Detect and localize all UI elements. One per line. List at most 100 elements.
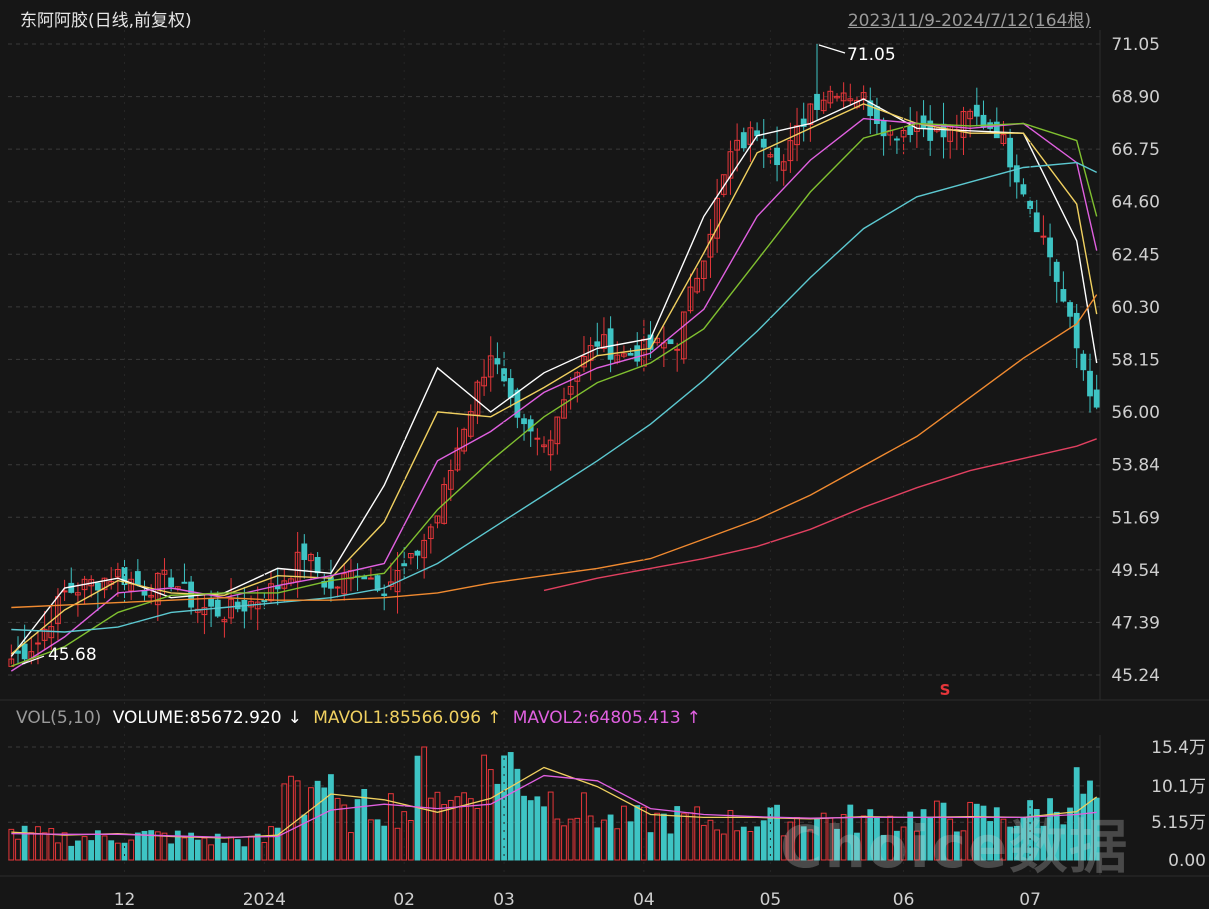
candlestick-series[interactable] [8,44,1100,667]
volume-bar [248,835,254,861]
candle-body [1067,302,1073,317]
price-tick-label: 56.00 [1111,403,1160,423]
month-tick-label: 12 [114,890,136,909]
volume-bar [680,813,687,861]
month-tick-label: 06 [893,890,915,909]
volume-bar [41,832,48,861]
volume-bar [461,792,468,861]
volume-bar [88,840,95,861]
candle-body [521,418,527,425]
candle-body [667,339,674,345]
date-range-link[interactable]: 2023/11/9-2024/7/12(164根) [848,6,1091,31]
volume-bar [361,789,368,861]
volume-bar [694,806,701,861]
price-tick-label: 45.24 [1111,666,1160,686]
volume-bar [221,842,228,861]
volume-bar [168,843,175,861]
choice-watermark: Choice数据 [780,813,1130,881]
candle-body [1060,289,1067,302]
volume-bar [621,805,627,861]
volume-indicator-header: VOL(5,10) VOLUME:85672.920 ↓ MAVOL1:85566… [16,708,707,728]
mavol2-value: MAVOL2:64805.413 [512,708,681,728]
price-tick-label: 71.05 [1111,35,1160,55]
volume-bar [507,752,514,861]
date-x-axis: 12 2024 02 03 04 05 06 07 [114,30,1041,909]
volume-bar [334,797,341,861]
volume-bar [121,842,128,861]
candle-body [21,643,28,660]
sell-signal-marker: S [940,681,951,699]
volume-bar [328,774,334,861]
candle-body [740,132,747,149]
candle-body [907,125,914,136]
volume-bar [534,796,541,861]
volume-bar [434,791,441,861]
volume-bar [667,833,674,861]
volume-bar [75,840,81,861]
volume-bar [614,828,621,861]
volume-bar [314,780,321,861]
volume-bar [634,805,641,861]
candle-body [1087,370,1093,397]
price-tick-label: 62.45 [1111,245,1160,265]
candle-body [634,345,641,362]
stock-chart[interactable]: 71.05 68.90 66.75 64.60 62.45 60.30 58.15 56.00… [0,0,1209,909]
candle-body [973,104,980,117]
ma60-line [11,161,1098,633]
volume-bar [394,827,401,861]
month-tick-label: 04 [633,890,655,909]
candle-body [1020,184,1027,195]
month-tick-label: 07 [1019,890,1041,909]
volume-bar [35,826,41,861]
volume-bar [101,835,108,861]
ma250-line [543,438,1097,592]
month-tick-label: 03 [493,890,515,909]
volume-bar [387,793,394,861]
volume-bar [561,825,567,861]
price-tick-label: 68.90 [1111,88,1160,108]
volume-down-arrow: ↓ [287,708,302,728]
price-tick-label: 51.69 [1111,508,1160,528]
volume-bar [581,792,587,861]
candle-body [1053,261,1060,282]
volume-value: VOLUME:85672.920 [112,708,282,728]
volume-bar [274,827,281,861]
volume-bar [601,819,607,861]
candle-body [1040,235,1047,238]
volume-bar [501,755,507,861]
candle-body [1033,212,1040,233]
candle-body [894,138,900,141]
mavol1-value: MAVOL1:85566.096 [313,708,482,728]
volume-bar [654,812,661,861]
volume-bar [441,804,448,861]
volume-bar [21,825,28,861]
candle-body [141,590,148,596]
volume-bar [181,837,188,861]
volume-bar [527,800,534,861]
volume-bar [720,833,727,861]
moving-average-lines [10,98,1098,672]
volume-bar [254,833,261,861]
candle-body [760,138,767,148]
volume-bar [760,820,767,861]
candle-body [1093,389,1100,408]
volume-bar [108,840,115,861]
price-tick-label: 47.39 [1111,613,1160,633]
volume-bar [201,837,208,861]
candle-body [594,341,601,347]
price-tick-label: 58.15 [1111,350,1160,370]
candle-body [414,550,421,556]
volume-bar [381,825,388,861]
candle-body [1007,137,1014,168]
volume-bar [68,845,75,861]
candle-body [401,563,408,567]
volume-bar [674,806,681,861]
price-tick-label: 60.30 [1111,298,1160,318]
volume-bar [228,836,234,861]
volume-bar [567,818,574,861]
volume-indicator-name[interactable]: VOL(5,10) [16,708,101,728]
candle-body [314,556,321,574]
volume-bar [774,804,780,861]
volume-bar [554,818,561,861]
candle-body [1080,353,1087,371]
